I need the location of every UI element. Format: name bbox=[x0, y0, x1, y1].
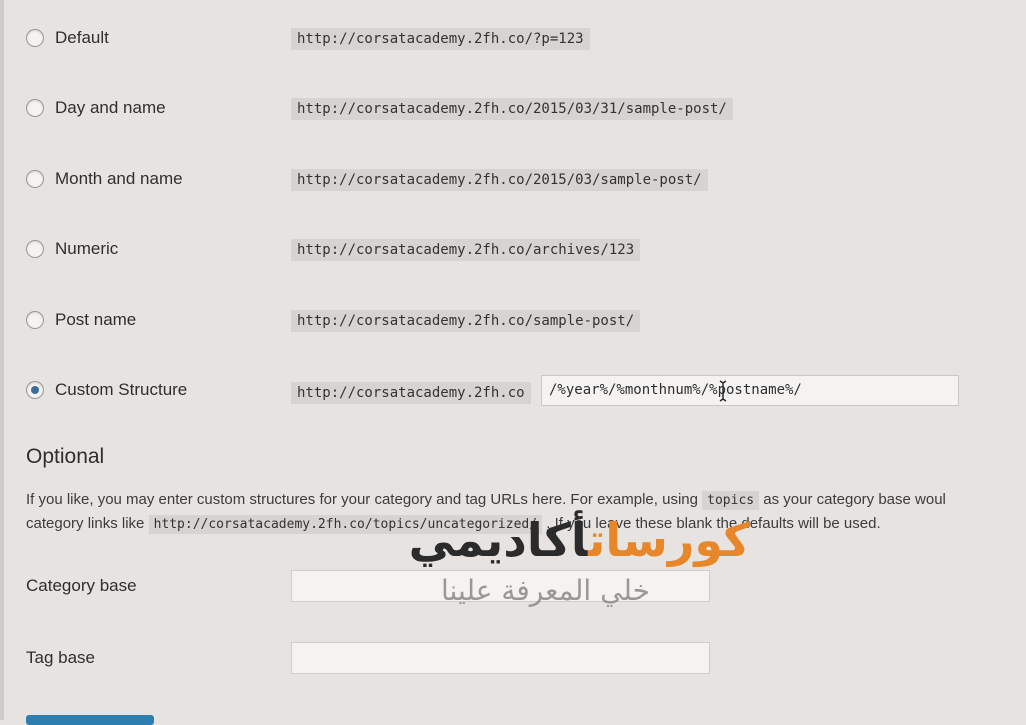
optional-heading: Optional bbox=[26, 445, 105, 468]
save-changes-button[interactable] bbox=[26, 715, 154, 725]
example-url-custom-base: http://corsatacademy.2fh.co bbox=[291, 382, 531, 404]
radio-custom-structure[interactable] bbox=[26, 381, 44, 399]
permalink-option-default[interactable]: Default bbox=[26, 18, 109, 58]
permalink-option-numeric[interactable]: Numeric bbox=[26, 229, 118, 269]
example-url-post-name: http://corsatacademy.2fh.co/sample-post/ bbox=[291, 310, 641, 332]
option-label: Day and name bbox=[55, 98, 166, 117]
permalink-option-day-and-name[interactable]: Day and name bbox=[26, 88, 166, 128]
optional-description: If you like, you may enter custom struct… bbox=[26, 488, 1026, 536]
custom-structure-input[interactable]: /%year%/%monthnum%/%postname%/ bbox=[541, 375, 959, 406]
category-base-input[interactable] bbox=[291, 570, 710, 602]
left-border bbox=[0, 0, 4, 720]
radio-numeric[interactable] bbox=[26, 240, 44, 258]
code-topics: topics bbox=[702, 491, 760, 510]
tag-base-label: Tag base bbox=[26, 648, 95, 667]
radio-day-and-name[interactable] bbox=[26, 99, 44, 117]
description-text: . If you leave these blank the defaults … bbox=[542, 515, 881, 532]
example-url-numeric: http://corsatacademy.2fh.co/archives/123 bbox=[291, 239, 641, 261]
category-base-label: Category base bbox=[26, 576, 137, 595]
permalink-option-post-name[interactable]: Post name bbox=[26, 300, 136, 340]
permalink-option-custom-structure[interactable]: Custom Structure bbox=[26, 370, 187, 410]
option-label: Post name bbox=[55, 310, 137, 329]
option-label: Custom Structure bbox=[55, 380, 188, 399]
code-example-url: http://corsatacademy.2fh.co/topics/uncat… bbox=[148, 515, 543, 534]
description-text: as your category base woul bbox=[759, 491, 946, 508]
option-label: Default bbox=[55, 28, 109, 47]
radio-month-and-name[interactable] bbox=[26, 170, 44, 188]
example-url-day-and-name: http://corsatacademy.2fh.co/2015/03/31/s… bbox=[291, 98, 733, 120]
example-url-default: http://corsatacademy.2fh.co/?p=123 bbox=[291, 28, 590, 50]
option-label: Month and name bbox=[55, 169, 183, 188]
option-label: Numeric bbox=[55, 239, 119, 258]
radio-default[interactable] bbox=[26, 29, 44, 47]
permalink-option-month-and-name[interactable]: Month and name bbox=[26, 159, 183, 199]
description-text: If you like, you may enter custom struct… bbox=[26, 491, 703, 508]
text-cursor-icon bbox=[719, 380, 727, 402]
example-url-month-and-name: http://corsatacademy.2fh.co/2015/03/samp… bbox=[291, 169, 708, 191]
radio-post-name[interactable] bbox=[26, 311, 44, 329]
description-text: category links like bbox=[26, 515, 149, 532]
tag-base-input[interactable] bbox=[291, 642, 710, 674]
